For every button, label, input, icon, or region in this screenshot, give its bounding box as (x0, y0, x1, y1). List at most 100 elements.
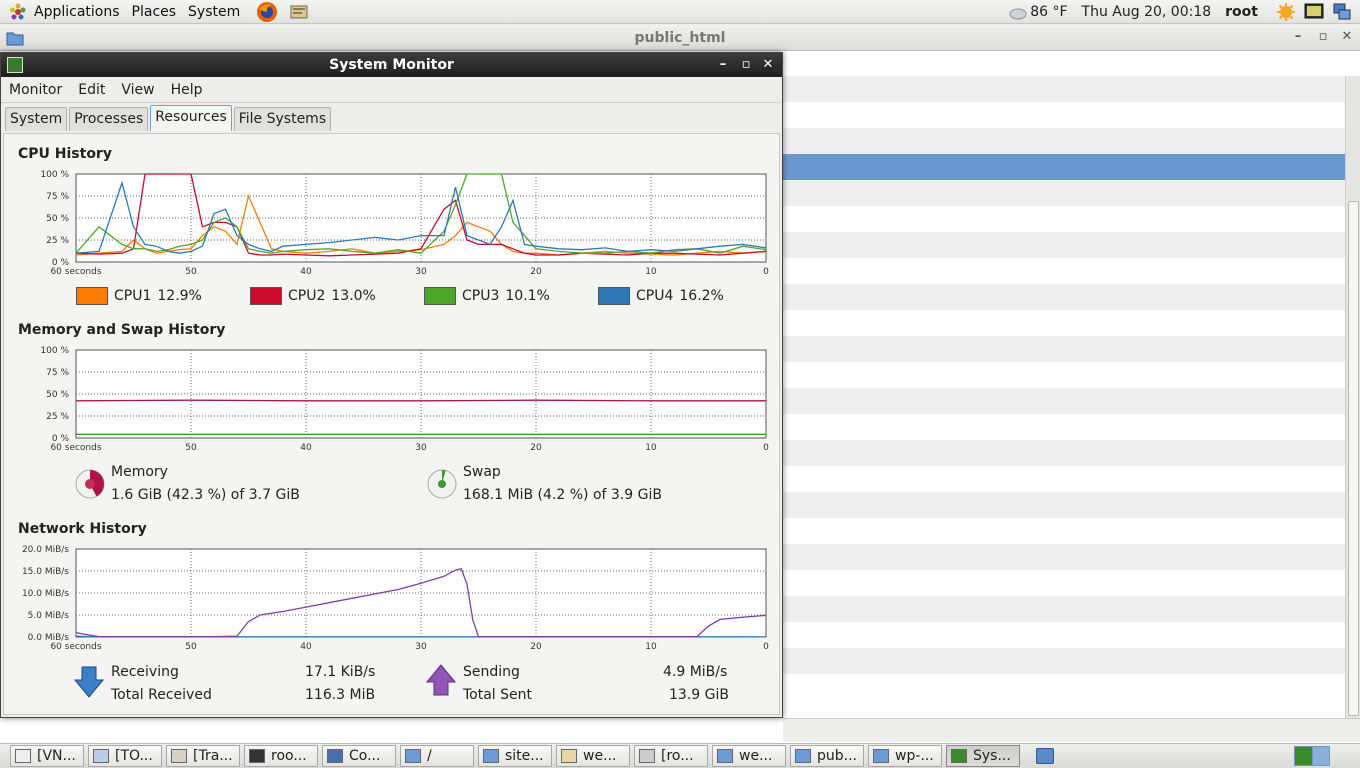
maximize-button[interactable]: ▫ (736, 53, 756, 77)
list-item[interactable] (783, 648, 1345, 674)
system-monitor-titlebar[interactable]: System Monitor – ▫ ✕ (1, 53, 782, 77)
scrollbar-thumb[interactable] (1348, 201, 1359, 716)
list-item[interactable] (783, 596, 1345, 622)
list-item[interactable] (783, 206, 1345, 232)
y-tick-label: 50 % (46, 214, 69, 224)
menu-monitor[interactable]: Monitor (1, 77, 70, 103)
clock[interactable]: Thu Aug 20, 00:18 (1082, 4, 1212, 20)
maximize-button[interactable]: ▫ (1313, 25, 1333, 51)
list-item[interactable] (783, 362, 1345, 388)
window-icon (717, 749, 733, 763)
legend-item-cpu1[interactable]: CPU1 12.9% (76, 287, 202, 305)
tab-system[interactable]: System (5, 107, 68, 131)
taskbar-button[interactable]: pub... (790, 745, 864, 767)
legend-swatch[interactable] (424, 287, 456, 305)
list-item[interactable] (783, 622, 1345, 648)
taskbar-button[interactable]: [TO... (88, 745, 162, 767)
taskbar-button[interactable]: wp-... (868, 745, 942, 767)
taskbar-button[interactable]: [VN... (10, 745, 84, 767)
workspace-2[interactable] (1313, 747, 1329, 765)
legend-swatch[interactable] (76, 287, 108, 305)
taskbar-button[interactable]: [Tra... (166, 745, 240, 767)
display-settings-icon[interactable] (1304, 2, 1324, 22)
list-item[interactable] (783, 336, 1345, 362)
taskbar-button[interactable]: Sys... (946, 745, 1020, 767)
taskbar-button-label: pub... (817, 748, 857, 764)
x-tick-label: 30 (415, 267, 427, 277)
x-tick-label: 10 (645, 642, 657, 652)
text-editor-icon[interactable] (288, 1, 310, 23)
file-manager-titlebar[interactable]: public_html – ▫ ✕ (0, 25, 1360, 51)
list-item[interactable] (783, 76, 1345, 102)
minimize-button[interactable]: – (713, 53, 733, 77)
list-item[interactable] (783, 258, 1345, 284)
total-received-label: Total Received (111, 687, 212, 703)
menu-edit[interactable]: Edit (70, 77, 113, 103)
workspace-1[interactable] (1295, 747, 1313, 765)
taskbar-button[interactable]: [ro... (634, 745, 708, 767)
update-notifier-icon[interactable] (1276, 2, 1296, 22)
legend-swatch[interactable] (250, 287, 282, 305)
list-item[interactable] (783, 310, 1345, 336)
tab-resources[interactable]: Resources (150, 105, 232, 131)
taskbar: [VN... [TO... [Tra... roo... Co... / site... we… (0, 743, 1360, 768)
close-button[interactable]: ✕ (758, 53, 778, 77)
list-item[interactable] (783, 440, 1345, 466)
window-icon (249, 749, 265, 763)
menu-view[interactable]: View (113, 77, 162, 103)
legend-item-cpu3[interactable]: CPU3 10.1% (424, 287, 550, 305)
workspace-switcher[interactable] (1294, 746, 1330, 766)
user-name[interactable]: root (1225, 4, 1258, 20)
legend-swatch[interactable] (598, 287, 630, 305)
tab-processes[interactable]: Processes (69, 107, 149, 131)
list-item[interactable] (783, 492, 1345, 518)
taskbar-button[interactable]: Co... (322, 745, 396, 767)
minimize-button[interactable]: – (1288, 25, 1308, 51)
horizontal-scrollbar[interactable] (783, 718, 1360, 742)
network-computer-icon[interactable] (1332, 2, 1352, 22)
folder-icon (6, 32, 24, 46)
taskbar-button-label: [ro... (661, 748, 694, 764)
file-list[interactable] (783, 76, 1345, 718)
legend-item-cpu2[interactable]: CPU2 13.0% (250, 287, 376, 305)
list-item[interactable] (783, 180, 1345, 206)
legend-item-cpu4[interactable]: CPU4 16.2% (598, 287, 724, 305)
system-menu[interactable]: System (182, 0, 246, 24)
list-item[interactable] (783, 284, 1345, 310)
swap-value: 168.1 MiB (4.2 %) of 3.9 GiB (463, 487, 662, 503)
tab-file-systems[interactable]: File Systems (233, 107, 332, 131)
legend-value: 16.2% (679, 288, 724, 304)
list-item[interactable] (783, 154, 1345, 180)
applications-menu[interactable]: Applications (28, 0, 126, 24)
taskbar-button[interactable]: we... (556, 745, 630, 767)
vertical-scrollbar[interactable] (1345, 76, 1360, 721)
list-item[interactable] (783, 128, 1345, 154)
taskbar-button-label: roo... (271, 748, 307, 764)
list-item[interactable] (783, 466, 1345, 492)
taskbar-button[interactable]: / (400, 745, 474, 767)
close-button[interactable]: ✕ (1337, 25, 1357, 51)
list-item[interactable] (783, 518, 1345, 544)
firefox-icon[interactable] (256, 1, 278, 23)
x-tick-label: 10 (645, 267, 657, 277)
list-item[interactable] (783, 388, 1345, 414)
y-tick-label: 100 % (40, 170, 69, 180)
list-item[interactable] (783, 674, 1345, 700)
show-desktop-icon[interactable] (1036, 748, 1054, 764)
list-item[interactable] (783, 232, 1345, 258)
gnome-foot-icon[interactable] (8, 2, 28, 22)
list-item[interactable] (783, 570, 1345, 596)
list-item[interactable] (783, 102, 1345, 128)
taskbar-button[interactable]: roo... (244, 745, 318, 767)
weather-temperature[interactable]: 86 °F (1030, 4, 1067, 20)
x-tick-label: 60 seconds (50, 642, 101, 652)
total-sent-value: 13.9 GiB (669, 687, 729, 703)
menu-help[interactable]: Help (163, 77, 211, 103)
list-item[interactable] (783, 414, 1345, 440)
taskbar-button[interactable]: we... (712, 745, 786, 767)
taskbar-button[interactable]: site... (478, 745, 552, 767)
places-menu[interactable]: Places (126, 0, 183, 24)
x-tick-label: 50 (185, 443, 197, 453)
weather-cloud-icon[interactable] (1008, 2, 1028, 22)
list-item[interactable] (783, 544, 1345, 570)
